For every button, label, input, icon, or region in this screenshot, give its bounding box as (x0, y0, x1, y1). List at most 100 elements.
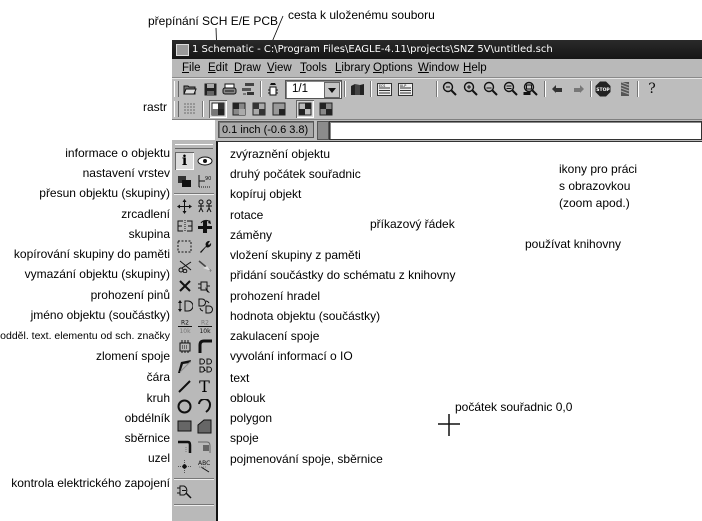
zoom-fit-icon (442, 81, 457, 96)
annotation-bus: sběrnice (124, 431, 170, 445)
use-library-button[interactable] (349, 81, 365, 97)
go-button[interactable] (617, 81, 633, 97)
stop-icon: STOP (595, 81, 611, 97)
group-icon (177, 240, 192, 252)
label-arc: oblouk (230, 391, 266, 405)
paste-tool-button[interactable] (195, 257, 214, 275)
print-icon (222, 83, 236, 94)
stop-button[interactable]: STOP (595, 81, 611, 97)
junction-icon (178, 459, 191, 473)
annotation-sch-pcb-switch: přepínání SCH E/E PCB (148, 14, 279, 28)
show-tool-button[interactable] (195, 152, 214, 170)
toolbar-grip[interactable] (174, 81, 179, 97)
cam-processor-button[interactable] (240, 81, 256, 97)
annotation-rect: obdélník (124, 411, 170, 425)
menu-draw[interactable]: Draw (234, 61, 261, 75)
chevron-down-icon[interactable] (324, 82, 340, 98)
cut-tool-button[interactable] (175, 257, 194, 275)
split-tool-button[interactable] (175, 357, 194, 375)
script-icon: ECS (376, 82, 392, 96)
cam-icon (242, 83, 254, 95)
value-tool-button[interactable]: R2 10k (195, 317, 214, 335)
menu-library[interactable]: Library (335, 61, 370, 75)
command-history-button[interactable] (317, 121, 329, 140)
arc-tool-button[interactable] (195, 397, 214, 415)
layer-display-button-1[interactable] (209, 100, 227, 118)
layer-display-button-2[interactable] (232, 102, 246, 116)
mark-tool-button[interactable]: 90 (195, 172, 214, 190)
zoom-in-button[interactable] (463, 81, 479, 97)
mirror-icon (177, 220, 192, 232)
save-button[interactable] (202, 81, 218, 97)
drawing-canvas[interactable]: zvýraznění objektu druhý počátek souřadn… (216, 141, 702, 521)
menu-file[interactable]: File (182, 61, 201, 75)
board-schematic-switch-button[interactable] (265, 81, 281, 97)
zoom-select-button[interactable] (523, 81, 539, 97)
app-icon (176, 44, 189, 56)
bus-tool-button[interactable] (175, 437, 194, 455)
smash-tool-button[interactable] (175, 337, 194, 355)
delete-tool-button[interactable] (175, 277, 194, 295)
text-tool-button[interactable]: T (195, 377, 214, 396)
change-tool-button[interactable] (195, 237, 214, 255)
script-button[interactable]: ECS (376, 81, 392, 97)
menu-options[interactable]: Options (373, 61, 413, 75)
toolbar-grip[interactable] (174, 101, 179, 117)
annotation-screen-icons-2: s obrazovkou (559, 179, 631, 193)
erc-tool-button[interactable] (175, 482, 194, 500)
window-title-bar[interactable]: 1 Schematic - C:\Program Files\EAGLE-4.1… (172, 40, 702, 59)
layer-display-button-6[interactable] (319, 102, 333, 116)
menu-window[interactable]: Window (418, 61, 459, 75)
layer-display-button-3[interactable] (252, 102, 266, 116)
command-line-input[interactable] (329, 121, 702, 140)
rect-tool-button[interactable] (175, 417, 194, 435)
wire-line-tool-button[interactable] (175, 377, 194, 395)
line-icon (178, 379, 191, 393)
annotation-file-path: cesta k uloženému souboru (288, 8, 435, 22)
paste-icon (198, 260, 211, 272)
print-button[interactable] (221, 81, 237, 97)
palette-grip[interactable] (175, 144, 213, 149)
name-tool-button[interactable]: R2 10k (175, 317, 194, 335)
zoom-fit-button[interactable] (442, 81, 458, 97)
circle-tool-button[interactable] (175, 397, 194, 415)
toolbar-separator (637, 81, 639, 97)
grid-button[interactable] (182, 101, 198, 117)
menu-tools[interactable]: Tools (300, 61, 327, 75)
zoom-out-button[interactable] (483, 81, 499, 97)
redraw-button[interactable] (503, 81, 519, 97)
net-tool-button[interactable] (195, 437, 214, 455)
pinswap-tool-button[interactable] (175, 297, 194, 315)
menu-view[interactable]: View (267, 61, 292, 75)
display-layers-button[interactable] (175, 172, 194, 190)
rotate-tool-button[interactable] (195, 217, 214, 235)
polygon-tool-button[interactable] (195, 417, 214, 435)
redo-button[interactable] (570, 81, 586, 97)
sheet-select[interactable]: 1/1 (285, 80, 342, 99)
undo-button[interactable] (550, 81, 566, 97)
run-ulp-button[interactable]: ULP (397, 81, 413, 97)
layer-display-button-5[interactable] (296, 100, 314, 118)
layer-display-button-4[interactable] (272, 102, 286, 116)
junction-tool-button[interactable] (175, 457, 194, 475)
add-tool-button[interactable] (195, 277, 214, 295)
miter-tool-button[interactable] (195, 337, 214, 355)
label-tool-button[interactable]: ABC (195, 457, 214, 475)
invoke-tool-button[interactable] (195, 357, 214, 375)
copy-tool-button[interactable] (195, 197, 214, 215)
open-button[interactable] (182, 81, 198, 97)
toolbar-separator (590, 81, 592, 97)
annotation-layers: nastavení vrstev (82, 166, 170, 180)
group-tool-button[interactable] (175, 237, 194, 255)
menu-help[interactable]: Help (463, 61, 487, 75)
menu-edit[interactable]: Edit (208, 61, 228, 75)
layer-quad-icon (211, 102, 225, 116)
gateswap-tool-button[interactable] (195, 297, 214, 315)
annotation-line: čára (146, 370, 170, 384)
value-icon-top: R2 (201, 320, 209, 327)
label-gateswap: prohození hradel (230, 289, 321, 303)
mirror-tool-button[interactable] (175, 217, 194, 235)
info-tool-button[interactable]: i (175, 152, 194, 170)
move-tool-button[interactable] (175, 197, 194, 215)
help-button[interactable]: ? (644, 81, 660, 97)
